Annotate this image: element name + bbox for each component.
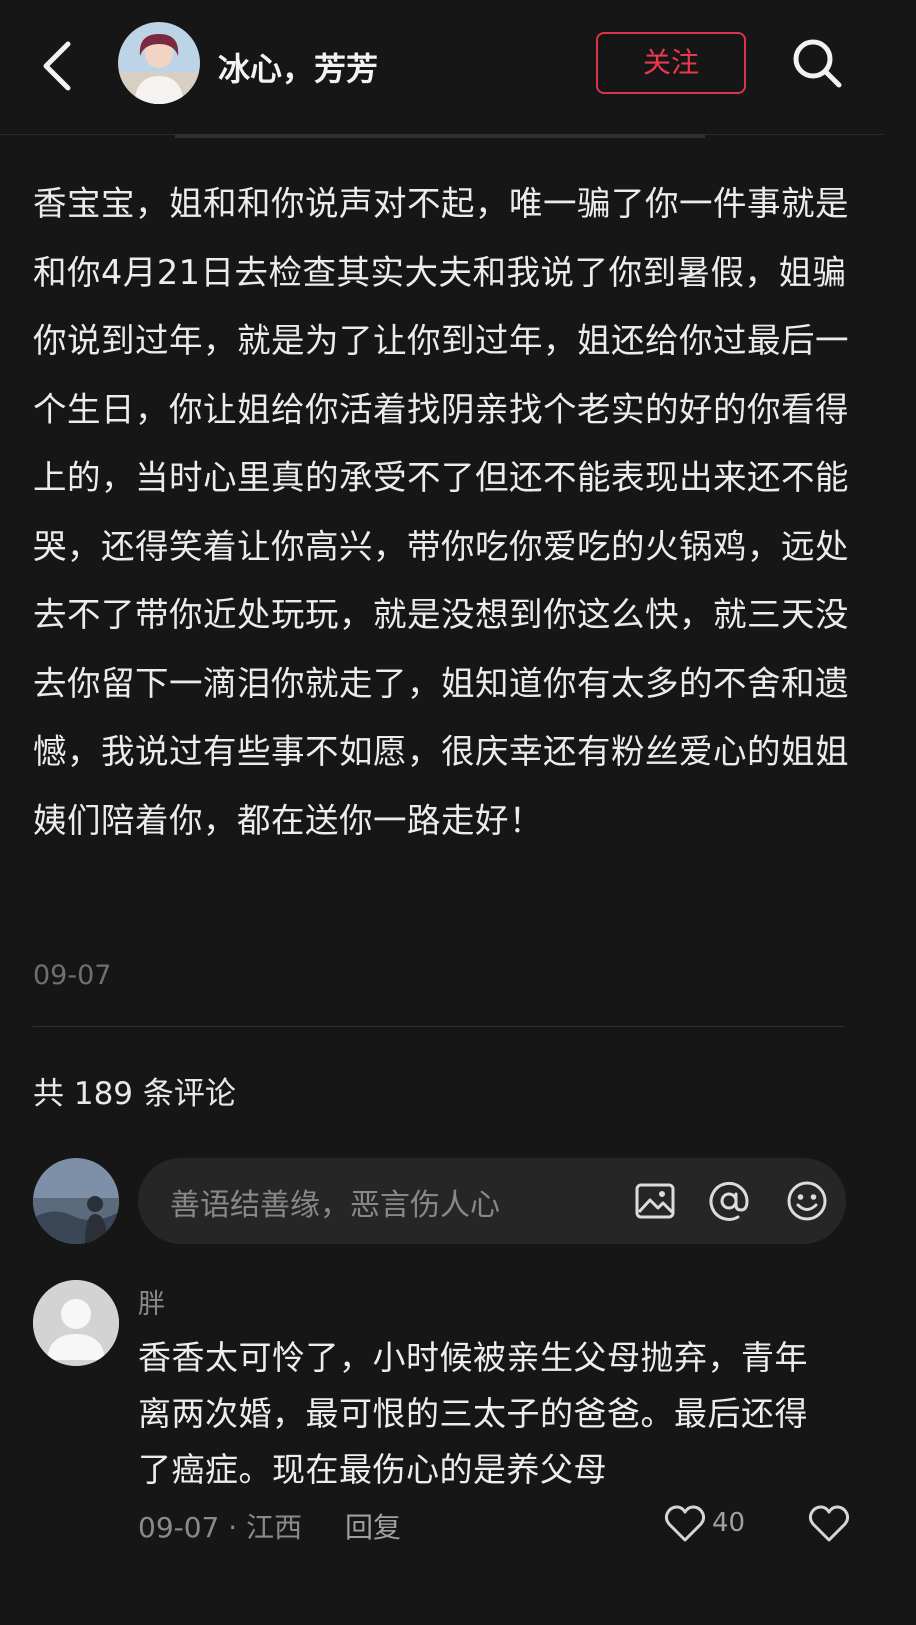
comment-username[interactable]: 胖	[138, 1282, 165, 1321]
back-button[interactable]	[36, 40, 80, 92]
search-icon	[793, 39, 842, 88]
like-group: 40	[660, 1500, 870, 1552]
comment-date: 09-07	[138, 1511, 220, 1544]
top-bar: 冰心，芳芳 关注	[0, 0, 884, 135]
post-date: 09-07	[33, 960, 112, 991]
author-avatar[interactable]	[118, 22, 200, 104]
header-divider	[175, 134, 705, 138]
post-body-text: 香宝宝，姐和和你说声对不起，唯一骗了你一件事就是和你4月21日去检查其实大夫和我…	[33, 184, 849, 840]
comment-input-placeholder: 善语结善缘，恶言伤人心	[170, 1188, 500, 1223]
comment-location: 江西	[246, 1511, 303, 1544]
section-divider	[33, 1026, 845, 1027]
like-count: 40	[712, 1508, 746, 1538]
emoji-icon[interactable]	[784, 1178, 830, 1224]
search-button[interactable]	[790, 36, 844, 90]
reply-button[interactable]: 回复	[345, 1511, 401, 1544]
dislike-icon[interactable]	[808, 1504, 850, 1544]
my-avatar[interactable]	[33, 1158, 119, 1244]
back-arrow-icon	[43, 41, 71, 91]
comment-input[interactable]: 善语结善缘，恶言伤人心	[138, 1158, 846, 1244]
at-icon[interactable]	[706, 1178, 752, 1224]
comment-avatar[interactable]	[33, 1280, 119, 1366]
follow-button[interactable]: 关注	[596, 32, 746, 94]
author-name[interactable]: 冰心，芳芳	[218, 44, 378, 90]
comment-count: 共 189 条评论	[33, 1076, 236, 1112]
comment-text: 香香太可怜了，小时候被亲生父母抛弃，青年离两次婚，最可恨的三太子的爸爸。最后还得…	[138, 1338, 808, 1489]
comment-meta: 09-07 · 江西 回复	[138, 1506, 401, 1546]
meta-separator: ·	[228, 1511, 247, 1544]
image-icon[interactable]	[632, 1178, 678, 1224]
heart-icon[interactable]	[664, 1504, 706, 1544]
